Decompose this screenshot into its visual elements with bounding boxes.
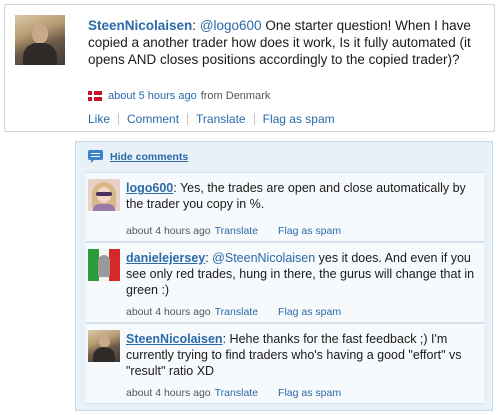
comment-translate-link[interactable]: Translate: [215, 387, 258, 399]
comment-time: about 4 hours ago: [126, 306, 211, 318]
denmark-flag-icon: [88, 91, 102, 101]
comment-flag-link[interactable]: Flag as spam: [278, 306, 341, 318]
hide-comments-row: Hide comments: [88, 150, 188, 164]
comment-author-link[interactable]: SteenNicolaisen: [126, 332, 223, 346]
comment-time: about 4 hours ago: [126, 225, 211, 237]
post-text: SteenNicolaisen: @logo600 One starter qu…: [88, 17, 488, 68]
comment-time: about 4 hours ago: [126, 387, 211, 399]
flag-as-spam-button[interactable]: Flag as spam: [263, 112, 335, 126]
translate-button[interactable]: Translate: [196, 112, 246, 126]
comment-mention-link[interactable]: @SteenNicolaisen: [209, 251, 315, 265]
comment-flag-link[interactable]: Flag as spam: [278, 225, 341, 237]
comment-meta: about 4 hours ago Translate Flag as spam: [126, 387, 341, 399]
hide-comments-link[interactable]: Hide comments: [110, 151, 188, 163]
like-button[interactable]: Like: [88, 112, 110, 126]
commenter-avatar[interactable]: [88, 179, 120, 211]
avatar-body: [23, 43, 57, 65]
comment-meta: about 4 hours ago Translate Flag as spam: [126, 225, 341, 237]
comment-flag-link[interactable]: Flag as spam: [278, 387, 341, 399]
comment-body: Yes, the trades are open and close autom…: [126, 181, 466, 211]
avatar-head: [32, 24, 48, 44]
comment-translate-link[interactable]: Translate: [215, 225, 258, 237]
post-meta: about 5 hours ago from Denmark: [88, 90, 270, 102]
commenter-avatar[interactable]: [88, 330, 120, 362]
comment-author-link[interactable]: danielejersey: [126, 251, 205, 265]
post-actions: Like Comment Translate Flag as spam: [88, 112, 335, 126]
post-mention-link[interactable]: @logo600: [200, 18, 262, 33]
post-separator: :: [192, 18, 200, 33]
comment-text: danielejersey: @SteenNicolaisen yes it d…: [126, 250, 476, 298]
divider: [253, 113, 255, 125]
comment-item: SteenNicolaisen: Hehe thanks for the fas…: [86, 323, 484, 404]
comment-text: logo600: Yes, the trades are open and cl…: [126, 180, 476, 212]
comment-text: SteenNicolaisen: Hehe thanks for the fas…: [126, 331, 476, 379]
post-card: SteenNicolaisen: @logo600 One starter qu…: [4, 4, 495, 132]
commenter-avatar[interactable]: [88, 249, 120, 281]
divider: [187, 113, 189, 125]
comment-author-link[interactable]: logo600: [126, 181, 173, 195]
comments-panel: Hide comments logo600: Yes, the trades a…: [75, 141, 493, 411]
comment-translate-link[interactable]: Translate: [215, 306, 258, 318]
comment-button[interactable]: Comment: [127, 112, 179, 126]
post-location: from Denmark: [200, 90, 271, 102]
post-author-avatar[interactable]: [15, 15, 65, 65]
speech-bubble-icon: [88, 150, 104, 164]
post-author-link[interactable]: SteenNicolaisen: [88, 18, 192, 33]
comment-meta: about 4 hours ago Translate Flag as spam: [126, 306, 341, 318]
comment-item: logo600: Yes, the trades are open and cl…: [86, 172, 484, 242]
comment-item: danielejersey: @SteenNicolaisen yes it d…: [86, 242, 484, 323]
divider: [118, 113, 120, 125]
post-time-link[interactable]: about 5 hours ago: [108, 90, 197, 102]
